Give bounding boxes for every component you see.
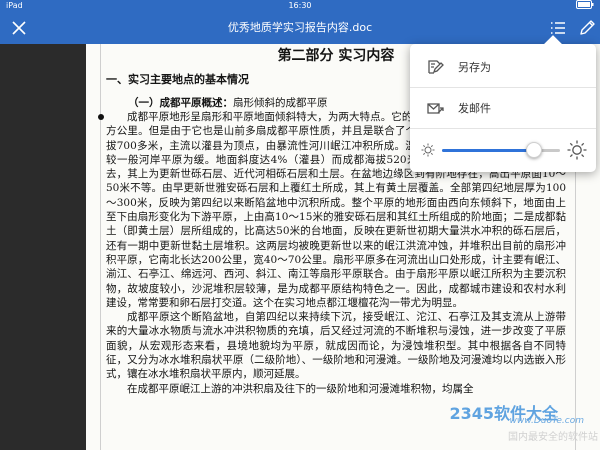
brightness-low-icon xyxy=(420,142,436,158)
pencil-icon[interactable] xyxy=(577,18,597,38)
bullet-icon xyxy=(98,114,104,120)
watermark-url: www.DuoTe.com xyxy=(509,416,584,426)
save-as-icon xyxy=(426,58,444,76)
list-icon[interactable] xyxy=(548,18,568,38)
top-bar: iPad 16:30 优秀地质学实习报告内容.doc xyxy=(0,0,600,44)
watermark-slogan: 国内最安全的软件站 xyxy=(508,432,598,443)
watermark: 2345软件大全 www.DuoTe.com 国内最安全的软件站 xyxy=(428,398,600,450)
send-mail-menu-item[interactable]: 发邮件 xyxy=(410,88,596,128)
options-popover: 另存为 发邮件 xyxy=(410,35,596,172)
page-margin-left xyxy=(100,44,101,450)
brightness-fill xyxy=(442,149,535,152)
sub-heading-text: 扇形倾斜的成都平原 xyxy=(233,97,328,109)
save-as-menu-item[interactable]: 另存为 xyxy=(410,47,596,87)
mail-icon xyxy=(426,99,444,117)
brightness-slider[interactable] xyxy=(442,142,560,158)
brightness-thumb[interactable] xyxy=(526,142,543,158)
brightness-high-icon xyxy=(566,139,588,161)
save-as-label: 另存为 xyxy=(458,61,491,74)
document-title: 优秀地质学实习报告内容.doc xyxy=(227,21,373,34)
paragraph-3: 在成都平原岷江上游的冲洪积扇及往下的一级阶地和河漫滩堆积物，均属全 xyxy=(127,382,474,395)
status-bar: iPad 16:30 xyxy=(0,0,600,12)
sub-heading-label: （一）成都平原概述： xyxy=(128,97,233,109)
brightness-row xyxy=(410,128,596,172)
toolbar: 优秀地质学实习报告内容.doc xyxy=(0,12,600,44)
paragraph-2: 成都平原这个断陷盆地，自第四纪以来持续下沉，接受岷江、沱江、石亭江及其支流从上游… xyxy=(106,311,566,381)
send-mail-label: 发邮件 xyxy=(458,102,491,115)
status-time: 16:30 xyxy=(288,1,312,10)
